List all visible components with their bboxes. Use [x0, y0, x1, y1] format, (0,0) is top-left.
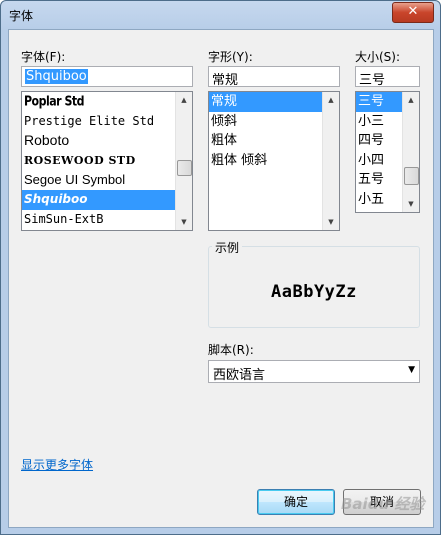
list-item-label: 常规: [211, 94, 238, 109]
list-item-label: Prestige Elite Std: [24, 113, 155, 128]
list-item[interactable]: Poplar Std: [22, 92, 175, 112]
list-item-label: 小四: [358, 152, 385, 168]
close-button[interactable]: ✕: [392, 2, 434, 23]
list-item-label: Shquiboo: [24, 191, 88, 206]
list-item-label: 三号: [358, 94, 385, 109]
scroll-down-arrow-icon[interactable]: ▼: [403, 196, 419, 212]
list-item-label: Poplar Std: [24, 93, 85, 110]
style-input-value: 常规: [212, 73, 239, 87]
list-item-label: Roboto: [24, 132, 70, 149]
scroll-thumb[interactable]: [404, 167, 419, 185]
size-input-value: 三号: [359, 73, 386, 87]
list-item[interactable]: 粗体: [209, 131, 322, 151]
list-item[interactable]: 四号: [356, 131, 402, 151]
font-list[interactable]: Poplar Std Prestige Elite Std Roboto ROSEWO…: [21, 91, 193, 231]
scroll-up-arrow-icon[interactable]: ▲: [176, 92, 192, 108]
title-bar[interactable]: 字体 ✕: [1, 1, 440, 27]
size-input[interactable]: 三号: [355, 66, 420, 87]
dialog-body: 字体(F): Shquiboo Poplar Std Prestige Elite…: [8, 29, 434, 528]
list-item[interactable]: Segoe UI Symbol: [22, 170, 175, 190]
close-icon: ✕: [407, 4, 419, 19]
baidu-watermark: Baidu 经验: [341, 495, 425, 513]
font-list-scrollbar[interactable]: ▲ ▼: [175, 92, 192, 230]
list-item-label: 五号: [358, 172, 385, 188]
list-item-label: 小三: [358, 113, 385, 129]
font-input[interactable]: Shquiboo: [21, 66, 193, 87]
list-item-label: 倾斜: [211, 113, 238, 129]
list-item[interactable]: 常规: [209, 92, 322, 112]
dialog-title: 字体: [9, 9, 34, 23]
list-item-label: 六号: [358, 212, 384, 213]
ok-button[interactable]: 确定: [257, 489, 335, 515]
list-item[interactable]: 小三: [356, 112, 402, 132]
style-list-scrollbar[interactable]: ▲ ▼: [322, 92, 339, 230]
size-list[interactable]: 三号小三四号小四五号小五六号 ▲ ▼: [355, 91, 420, 213]
list-item[interactable]: 三号: [356, 92, 402, 112]
script-select-value: 西欧语言: [213, 368, 266, 383]
scroll-down-arrow-icon[interactable]: ▼: [176, 214, 192, 230]
font-label: 字体(F):: [21, 50, 66, 64]
list-item-label: Segoe UI Symbol: [24, 172, 126, 188]
font-dialog: 字体 ✕ 字体(F): Shquiboo Poplar Std Prestige …: [0, 0, 441, 535]
list-item[interactable]: Prestige Elite Std: [22, 112, 175, 132]
sample-text: AaBbYyZz: [271, 282, 357, 302]
list-item[interactable]: 六号: [356, 210, 402, 213]
scroll-down-arrow-icon[interactable]: ▼: [323, 214, 339, 230]
size-list-scrollbar[interactable]: ▲ ▼: [402, 92, 419, 212]
list-item-label: 小五: [358, 191, 385, 207]
style-label: 字形(Y):: [208, 50, 253, 64]
list-item[interactable]: 五号: [356, 170, 402, 190]
list-item[interactable]: Roboto: [22, 131, 175, 151]
size-label: 大小(S):: [355, 50, 401, 64]
list-item-label: SimSun-ExtB: [24, 211, 104, 226]
list-item[interactable]: ROSEWOOD STD: [22, 151, 175, 171]
list-item[interactable]: 倾斜: [209, 112, 322, 132]
list-item[interactable]: 粗体 倾斜: [209, 151, 322, 171]
script-label: 脚本(R):: [208, 343, 254, 357]
list-item-label: 粗体 倾斜: [211, 152, 268, 168]
chevron-down-icon: ▼: [408, 365, 415, 375]
list-item-label: ROSEWOOD STD: [24, 153, 136, 167]
list-item[interactable]: 小四: [356, 151, 402, 171]
list-item[interactable]: Shquiboo: [22, 189, 175, 210]
list-item[interactable]: 小五: [356, 190, 402, 210]
script-select[interactable]: 西欧语言 ▼: [208, 360, 420, 383]
scroll-up-arrow-icon[interactable]: ▲: [403, 92, 419, 108]
list-item[interactable]: SimSun-ExtB: [22, 210, 175, 230]
font-input-value: Shquiboo: [25, 69, 88, 84]
list-item-label: 四号: [358, 133, 385, 149]
scroll-thumb[interactable]: [177, 160, 192, 176]
style-input[interactable]: 常规: [208, 66, 340, 87]
sample-label: 示例: [212, 239, 243, 256]
list-item-label: 粗体: [211, 133, 238, 149]
style-list[interactable]: 常规倾斜粗体粗体 倾斜 ▲ ▼: [208, 91, 340, 231]
show-more-fonts-link[interactable]: 显示更多字体: [21, 456, 93, 473]
scroll-up-arrow-icon[interactable]: ▲: [323, 92, 339, 108]
